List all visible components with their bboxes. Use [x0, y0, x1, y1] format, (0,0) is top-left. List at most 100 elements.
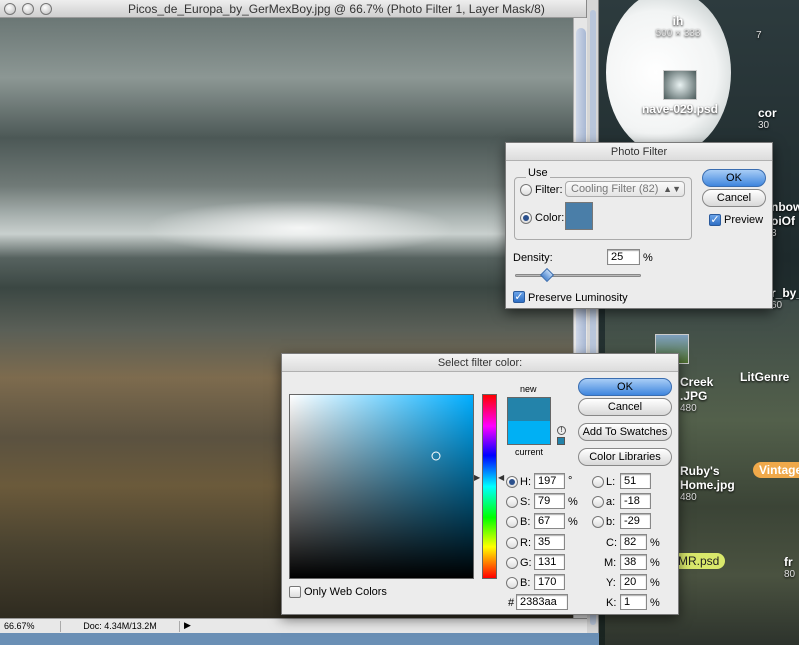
hue-slider-left-arrow-icon[interactable]: ▶ [474, 473, 480, 482]
desktop-icon-ih[interactable]: ih 500 × 333 [648, 14, 708, 39]
hue-input[interactable]: 197 [534, 473, 565, 489]
hue-unit: ° [568, 475, 573, 487]
gamut-warning-icon[interactable]: ! [557, 426, 566, 435]
magenta-field-label: M: [604, 557, 617, 569]
color-compare [507, 397, 551, 445]
document-titlebar[interactable]: Picos_de_Europa_by_GerMexBoy.jpg @ 66.7%… [0, 0, 586, 18]
image-thumbnail-icon [663, 70, 697, 100]
magenta-input[interactable]: 38 [620, 554, 647, 570]
b-channel-field-label: b: [606, 516, 616, 528]
desktop-icon-partial[interactable]: 7 [756, 30, 799, 41]
yellow-input[interactable]: 20 [620, 574, 647, 590]
lightness-input[interactable]: 51 [620, 473, 651, 489]
blue-field-label: B: [520, 577, 531, 589]
black-input[interactable]: 1 [620, 594, 647, 610]
green-radio[interactable] [506, 557, 518, 569]
hue-slider-right-arrow-icon[interactable]: ◀ [498, 473, 504, 482]
brightness-unit: % [568, 516, 578, 528]
desktop-icon-mr-psd[interactable]: MR.psd [672, 553, 726, 569]
desktop-icon-r-by[interactable]: r_by_ 60 [771, 286, 799, 311]
desktop-icon-nbow[interactable]: nbow oiOf 3 [771, 200, 799, 239]
density-input[interactable]: 25 [607, 249, 640, 265]
a-channel-radio[interactable] [592, 496, 604, 508]
desktop-icon-creek[interactable]: Creek .JPG 480 [680, 375, 730, 414]
density-unit: % [643, 252, 653, 264]
new-color-swatch [508, 398, 550, 421]
web-safe-cube-icon[interactable] [557, 437, 565, 445]
desktop-icon-size: 80 [784, 569, 796, 580]
hex-label: # [508, 597, 515, 609]
dock-strip [0, 633, 599, 645]
picker-ok-button[interactable]: OK [578, 378, 672, 396]
hue-radio[interactable] [506, 476, 518, 488]
blue-input[interactable]: 170 [534, 574, 565, 590]
hue-slider[interactable] [482, 394, 497, 579]
zoom-level[interactable]: 66.67% [4, 621, 44, 631]
current-color-label: current [515, 447, 544, 457]
density-slider[interactable] [515, 274, 641, 277]
filter-select-value: Cooling Filter (82) [571, 183, 659, 195]
desktop-icon-cor[interactable]: cor 30 [758, 106, 799, 131]
desktop-icon-size: 500 × 333 [655, 28, 701, 39]
magenta-unit: % [650, 557, 660, 569]
lightness-radio[interactable] [592, 476, 604, 488]
zoom-window-icon[interactable] [40, 3, 52, 15]
picker-cancel-button[interactable]: Cancel [578, 398, 672, 416]
saturation-brightness-field[interactable] [289, 394, 474, 579]
saturation-radio[interactable] [506, 496, 518, 508]
hex-input[interactable]: 2383aa [516, 594, 568, 610]
desktop-icon-nave-psd[interactable]: nave-029.psd [630, 70, 730, 116]
density-slider-knob[interactable] [539, 267, 554, 283]
desktop-icon-label: r_by_ [771, 286, 799, 300]
filter-label: Filter: [535, 184, 563, 196]
desktop-icon-litgenre[interactable]: LitGenre [740, 370, 799, 384]
black-layer [290, 395, 473, 578]
add-to-swatches-button[interactable]: Add To Swatches [578, 423, 672, 441]
desktop-icon-size: 480 [680, 492, 697, 503]
desktop-icon-size: 7 [756, 30, 762, 41]
ok-button[interactable]: OK [702, 169, 766, 187]
only-web-colors-checkbox[interactable] [289, 586, 301, 598]
blue-radio[interactable] [506, 577, 518, 589]
desktop-icon-size: 480 [680, 403, 697, 414]
document-title: Picos_de_Europa_by_GerMexBoy.jpg @ 66.7%… [128, 2, 545, 16]
cyan-input[interactable]: 82 [620, 534, 647, 550]
lightness-field-label: L: [606, 476, 616, 488]
color-cursor-icon[interactable] [431, 451, 441, 461]
red-input[interactable]: 35 [534, 534, 565, 550]
a-channel-field-label: a: [606, 496, 616, 508]
hue-field-label: H: [520, 476, 531, 488]
dialog-title: Photo Filter [506, 143, 772, 161]
desktop-icon-label: LitGenre [740, 370, 790, 384]
desktop-icon-fr[interactable]: fr 80 [784, 555, 799, 580]
green-input[interactable]: 131 [534, 554, 565, 570]
minimize-window-icon[interactable] [22, 3, 34, 15]
desktop-icon-label: nave-029.psd [641, 102, 719, 116]
yellow-field-label: Y: [606, 577, 616, 589]
desktop-icon-rubys-home[interactable]: Ruby's Home.jpg 480 [680, 464, 740, 503]
brightness-radio[interactable] [506, 516, 518, 528]
color-libraries-button[interactable]: Color Libraries [578, 448, 672, 466]
current-color-swatch[interactable] [508, 421, 550, 444]
black-field-label: K: [606, 597, 617, 609]
red-field-label: R: [520, 537, 531, 549]
red-radio[interactable] [506, 537, 518, 549]
b-channel-input[interactable]: -29 [620, 513, 651, 529]
filter-radio[interactable] [520, 184, 532, 196]
desktop-icon-vintage[interactable]: Vintage [753, 462, 799, 478]
preserve-luminosity-checkbox[interactable]: ✓ [513, 291, 525, 303]
color-radio[interactable] [520, 212, 532, 224]
cancel-button[interactable]: Cancel [702, 189, 766, 207]
desktop-icon-label: oiOf [771, 214, 795, 228]
filter-select[interactable]: Cooling Filter (82) ▲▼ [565, 181, 685, 197]
desktop-icon-label: cor [758, 106, 777, 120]
preview-checkbox[interactable]: ✓ [709, 214, 721, 226]
brightness-input[interactable]: 67 [534, 513, 565, 529]
status-menu-arrow-icon[interactable]: ▶ [184, 620, 191, 631]
status-bar: 66.67% Doc: 4.34M/13.2M ▶ [0, 618, 587, 633]
saturation-input[interactable]: 79 [534, 493, 565, 509]
a-channel-input[interactable]: -18 [620, 493, 651, 509]
close-window-icon[interactable] [4, 3, 16, 15]
b-channel-radio[interactable] [592, 516, 604, 528]
filter-color-swatch[interactable] [565, 202, 593, 230]
